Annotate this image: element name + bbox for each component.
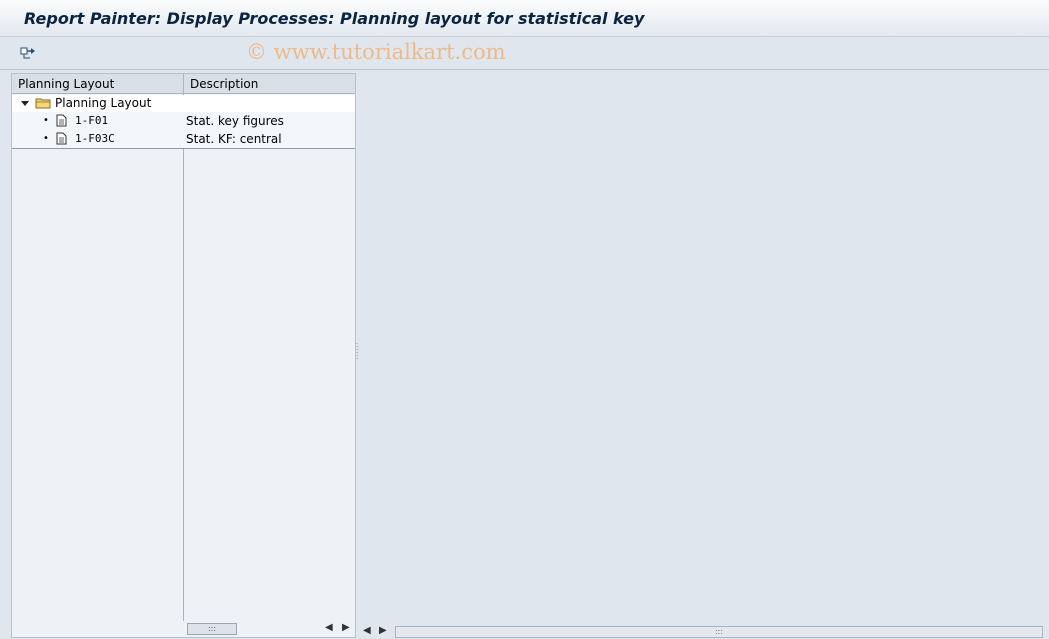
scroll-track[interactable]: :::: [395, 626, 1043, 638]
layout-code: 1-F01: [75, 114, 109, 127]
tree-item[interactable]: • 1-F03C Stat. KF: central: [12, 130, 355, 149]
column-divider[interactable]: [183, 94, 184, 621]
title-bar: Report Painter: Display Processes: Plann…: [0, 0, 1049, 37]
switch-object-icon: [20, 44, 38, 63]
layout-code: 1-F03C: [75, 132, 115, 145]
bullet: •: [43, 115, 49, 126]
expand-collapse-icon[interactable]: [21, 101, 29, 106]
layout-description: Stat. key figures: [186, 114, 284, 128]
layout-description: Stat. KF: central: [186, 132, 282, 146]
scroll-thumb[interactable]: :::: [187, 623, 237, 635]
document-icon: [56, 132, 67, 150]
scroll-left-icon[interactable]: ◀: [325, 622, 333, 633]
scroll-right-icon[interactable]: ▶: [379, 625, 387, 636]
planning-layout-tree: Planning Layout Description Planning Lay…: [11, 73, 356, 638]
detail-horizontal-scrollbar[interactable]: ◀ ▶ :::: [359, 624, 1047, 638]
column-header-description[interactable]: Description: [184, 74, 355, 94]
scroll-right-icon[interactable]: ▶: [342, 622, 350, 633]
tree-node-label: Planning Layout: [55, 96, 152, 110]
column-header-planning-layout[interactable]: Planning Layout: [12, 74, 184, 94]
watermark-text: © www.tutorialkart.com: [246, 40, 506, 64]
splitter-grip[interactable]: · · · · · ·: [356, 341, 358, 363]
bullet: •: [43, 133, 49, 144]
scroll-left-icon[interactable]: ◀: [363, 625, 371, 636]
tree-item[interactable]: • 1-F01 Stat. key figures: [12, 112, 355, 130]
application-toolbar: © www.tutorialkart.com: [0, 37, 1049, 70]
tree-horizontal-scrollbar[interactable]: ::: ◀ ▶: [185, 622, 355, 636]
detail-pane: [359, 73, 1047, 638]
tree-node-root[interactable]: Planning Layout: [12, 95, 355, 113]
window-title: Report Painter: Display Processes: Plann…: [24, 9, 645, 28]
switch-object-button[interactable]: [18, 43, 40, 63]
